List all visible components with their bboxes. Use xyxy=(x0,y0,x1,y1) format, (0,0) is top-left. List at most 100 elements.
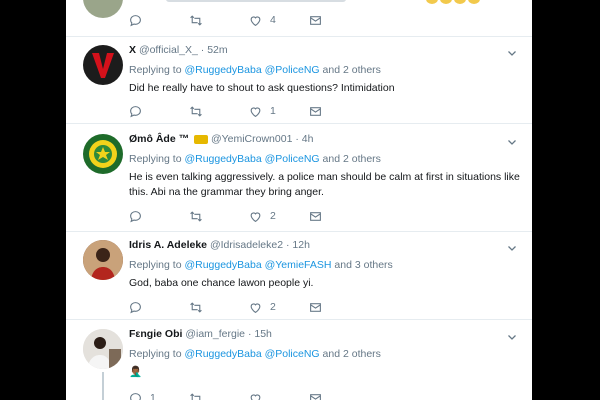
reply-button[interactable]: 1 xyxy=(129,390,189,400)
retweet-button[interactable] xyxy=(189,12,249,28)
like-button[interactable]: 2 xyxy=(249,299,309,315)
tweet[interactable]: Idris A. Adeleke @Idrisadeleke2 · 12h Re… xyxy=(66,232,532,320)
envelope-icon xyxy=(310,393,321,400)
reply-button[interactable] xyxy=(129,208,189,224)
reply-icon xyxy=(130,301,141,313)
heart-icon xyxy=(250,106,261,117)
handle[interactable]: @iam_fergie xyxy=(185,328,245,340)
display-name[interactable]: Ømô Âde ™ xyxy=(129,133,189,145)
avatar[interactable] xyxy=(83,134,123,174)
reply-button[interactable] xyxy=(129,103,189,119)
avatar[interactable] xyxy=(83,0,123,18)
like-button[interactable] xyxy=(249,390,309,400)
avatar[interactable] xyxy=(83,240,123,280)
retweet-button[interactable] xyxy=(189,390,249,400)
heart-icon xyxy=(250,393,261,400)
chevron-down-icon[interactable] xyxy=(506,136,518,148)
reply-button[interactable] xyxy=(129,12,189,28)
retweet-icon xyxy=(190,301,202,313)
tweet-text: 🤦🏾‍♂️ xyxy=(129,366,143,378)
person-photo-icon xyxy=(83,329,123,369)
reply-icon xyxy=(130,392,141,400)
mention-link[interactable]: @PoliceNG xyxy=(265,64,320,76)
heart-icon xyxy=(250,15,261,26)
mention-link[interactable]: @RuggedyBaba xyxy=(184,348,261,360)
replying-to: Replying to @RuggedyBaba @PoliceNG and 2… xyxy=(129,153,381,165)
avatar[interactable] xyxy=(83,329,123,369)
dm-button[interactable] xyxy=(309,208,369,224)
others-link[interactable]: and 2 others xyxy=(323,64,381,76)
like-button[interactable]: 1 xyxy=(249,103,309,119)
heart-icon xyxy=(250,211,261,222)
avatar[interactable] xyxy=(83,45,123,85)
handle[interactable]: @official_X_ xyxy=(139,44,198,56)
mention-link[interactable]: @PoliceNG xyxy=(265,153,320,165)
handle[interactable]: @Idrisadeleke2 xyxy=(210,239,283,251)
tweet[interactable]: X @official_X_ · 52m Replying to @Rugged… xyxy=(66,37,532,124)
retweet-icon xyxy=(190,14,202,26)
display-name[interactable]: X xyxy=(129,44,136,56)
mention-link[interactable]: @RuggedyBaba xyxy=(184,64,261,76)
envelope-icon xyxy=(310,211,321,221)
mention-link[interactable]: @RuggedyBaba xyxy=(184,153,261,165)
retweet-icon xyxy=(190,105,202,117)
timestamp[interactable]: · 12h xyxy=(286,239,310,251)
retweet-button[interactable] xyxy=(189,299,249,315)
retweet-icon xyxy=(190,392,201,400)
reply-icon xyxy=(130,14,141,26)
like-count: 2 xyxy=(270,210,276,222)
replying-to: Replying to @RuggedyBaba @PoliceNG and 2… xyxy=(129,64,381,76)
tweet-text: Did he really have to shout to ask quest… xyxy=(129,82,395,94)
tweet[interactable]: Ømô Âde ™ @YemiCrown001 · 4h Replying to… xyxy=(66,124,532,232)
display-name[interactable]: Fεngie Obi xyxy=(129,328,182,340)
others-link[interactable]: and 2 others xyxy=(323,348,381,360)
replying-to: Replying to @RuggedyBaba @PoliceNG and 2… xyxy=(129,348,381,360)
handle[interactable]: @YemiCrown001 xyxy=(211,133,292,145)
envelope-icon xyxy=(310,15,321,25)
v-logo-icon xyxy=(92,53,114,78)
star-emblem-icon xyxy=(89,140,117,168)
retweet-icon xyxy=(190,210,202,222)
dm-button[interactable] xyxy=(309,103,369,119)
tweet-text: He is even talking aggressively. a polic… xyxy=(129,171,520,198)
dm-button[interactable] xyxy=(309,390,369,400)
person-photo-icon xyxy=(83,240,123,280)
retweet-button[interactable] xyxy=(189,103,249,119)
tweet-header: Ømô Âde ™ @YemiCrown001 · 4h xyxy=(129,133,522,150)
heart-icon xyxy=(250,302,261,313)
reply-button[interactable] xyxy=(129,299,189,315)
others-link[interactable]: and 3 others xyxy=(334,259,392,271)
reply-icon xyxy=(130,210,141,222)
reply-icon xyxy=(130,105,141,117)
tweet-header: Fεngie Obi @iam_fergie · 15h xyxy=(129,328,522,345)
truncated-text xyxy=(166,0,346,2)
chevron-down-icon[interactable] xyxy=(506,47,518,59)
mention-link[interactable]: @YemieFASH xyxy=(265,259,332,271)
tweet[interactable]: Fεngie Obi @iam_fergie · 15h Replying to… xyxy=(66,320,532,400)
tweet-partial: 4 xyxy=(66,0,532,37)
mention-link[interactable]: @RuggedyBaba xyxy=(184,259,261,271)
dm-button[interactable] xyxy=(309,12,369,28)
thread-line xyxy=(102,372,104,400)
dm-button[interactable] xyxy=(309,299,369,315)
timestamp[interactable]: · 52m xyxy=(201,44,228,56)
chevron-down-icon[interactable] xyxy=(506,242,518,254)
replying-to: Replying to @RuggedyBaba @YemieFASH and … xyxy=(129,259,393,271)
retweet-button[interactable] xyxy=(189,208,249,224)
like-button[interactable]: 4 xyxy=(249,12,309,28)
envelope-icon xyxy=(310,302,321,312)
like-count: 4 xyxy=(270,14,276,26)
emoji-row xyxy=(426,0,480,4)
like-count: 2 xyxy=(270,301,276,313)
tweet-text: God, baba one chance lawon people yi. xyxy=(129,277,314,289)
like-count: 1 xyxy=(270,105,276,117)
mention-link[interactable]: @PoliceNG xyxy=(265,348,320,360)
chevron-down-icon[interactable] xyxy=(506,331,518,343)
timestamp[interactable]: · 15h xyxy=(248,328,272,340)
tweet-header: X @official_X_ · 52m xyxy=(129,44,522,61)
envelope-icon xyxy=(310,106,321,116)
like-button[interactable]: 2 xyxy=(249,208,309,224)
others-link[interactable]: and 2 others xyxy=(323,153,381,165)
timestamp[interactable]: · 4h xyxy=(295,133,313,145)
display-name[interactable]: Idris A. Adeleke xyxy=(129,239,207,251)
